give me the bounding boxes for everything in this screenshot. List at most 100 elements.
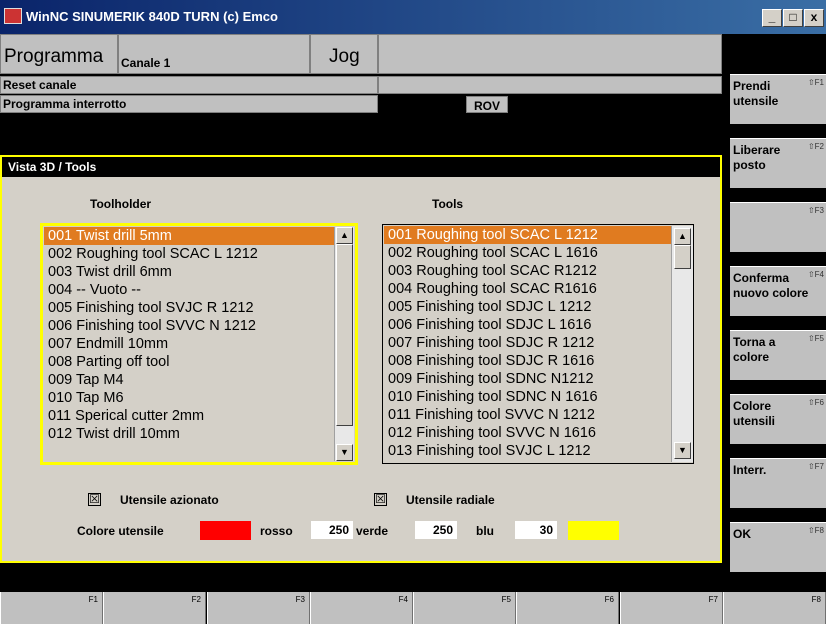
shortcut-key-label: ⇧F6: [807, 398, 824, 407]
list-item[interactable]: 001 Roughing tool SCAC L 1212: [384, 226, 671, 244]
shortcut-key-label: ⇧F2: [807, 142, 824, 151]
softkey-6[interactable]: Colore utensili ⇧F6: [730, 394, 826, 444]
tools-list[interactable]: 001 Roughing tool SCAC L 1212 002 Roughin…: [384, 226, 671, 462]
softkey-1[interactable]: Prendi utensile ⇧F1: [730, 74, 826, 124]
list-item[interactable]: 008 Parting off tool: [44, 353, 334, 371]
softkey-2[interactable]: Liberare posto ⇧F2: [730, 138, 826, 188]
channel-field: Canale 1: [118, 34, 310, 74]
list-item[interactable]: 002 Roughing tool SCAC L 1212: [44, 245, 334, 263]
reset-label: Reset canale: [3, 78, 77, 92]
red-label: rosso: [260, 524, 293, 538]
list-item[interactable]: 010 Tap M6: [44, 389, 334, 407]
fkey-5[interactable]: F5: [413, 592, 516, 624]
softkey-label: OK: [733, 527, 751, 542]
tools-header: Tools: [432, 197, 464, 211]
program-state-label: Programma interrotto: [3, 97, 127, 111]
softkey-8[interactable]: OK ⇧F8: [730, 522, 826, 572]
toolholder-list[interactable]: 001 Twist drill 5mm 002 Roughing tool SCA…: [44, 227, 334, 461]
scroll-up-arrow-icon[interactable]: ▲: [674, 228, 691, 245]
list-item[interactable]: 004 -- Vuoto --: [44, 281, 334, 299]
shortcut-key-label: ⇧F5: [807, 334, 824, 343]
list-item[interactable]: 004 Roughing tool SCAC R1616: [384, 280, 671, 298]
scroll-down-arrow-icon[interactable]: ▼: [336, 444, 353, 461]
channel-label: Canale 1: [121, 56, 171, 70]
fkey-3[interactable]: F3: [207, 592, 310, 624]
softkey-3[interactable]: ⇧F3: [730, 202, 826, 252]
list-item[interactable]: 005 Finishing tool SVJC R 1212: [44, 299, 334, 317]
fkey-6[interactable]: F6: [516, 592, 619, 624]
list-item[interactable]: 001 Twist drill 5mm: [44, 227, 334, 245]
softkey-label: Colore utensili: [733, 399, 775, 429]
scroll-thumb[interactable]: [336, 244, 353, 426]
maximize-button[interactable]: □: [783, 9, 803, 27]
close-button[interactable]: x: [804, 9, 824, 27]
softkey-label: Conferma nuovo colore: [733, 271, 808, 301]
scroll-down-arrow-icon[interactable]: ▼: [674, 442, 691, 459]
shortcut-key-label: ⇧F1: [807, 78, 824, 87]
reset-field: Reset canale: [0, 76, 378, 94]
list-item[interactable]: 010 Finishing tool SDNC N 1616: [384, 388, 671, 406]
list-item[interactable]: 012 Finishing tool SVVC N 1616: [384, 424, 671, 442]
minimize-button[interactable]: _: [762, 9, 782, 27]
blue-value-field[interactable]: 30: [515, 521, 557, 539]
fkey-1[interactable]: F1: [0, 592, 103, 624]
program-state-field: Programma interrotto: [0, 95, 378, 113]
list-item[interactable]: 003 Twist drill 6mm: [44, 263, 334, 281]
list-item[interactable]: 012 Twist drill 10mm: [44, 425, 334, 443]
softkey-line1: Colore: [733, 399, 772, 413]
toolholder-header: Toolholder: [90, 197, 152, 211]
panel-title: Vista 3D / Tools: [2, 157, 720, 177]
tool-color-label: Colore utensile: [77, 524, 164, 538]
green-label: verde: [356, 524, 389, 538]
list-item[interactable]: 008 Finishing tool SDJC R 1616: [384, 352, 671, 370]
list-item[interactable]: 005 Finishing tool SDJC L 1212: [384, 298, 671, 316]
vista-3d-tools-panel: Vista 3D / Tools Toolholder Tools 001 Tw…: [0, 155, 722, 563]
fkey-label: F2: [191, 595, 201, 604]
softkey-label: Interr.: [733, 463, 766, 478]
rov-indicator: ROV: [466, 96, 508, 113]
list-item[interactable]: 006 Finishing tool SDJC L 1616: [384, 316, 671, 334]
green-value-field[interactable]: 250: [415, 521, 457, 539]
list-item[interactable]: 006 Finishing tool SVVC N 1212: [44, 317, 334, 335]
list-item[interactable]: 002 Roughing tool SCAC L 1616: [384, 244, 671, 262]
blue-label: blu: [476, 524, 494, 538]
softkey-line1: Liberare: [733, 143, 781, 157]
red-value-field[interactable]: 250: [311, 521, 353, 539]
softkey-line2: posto: [733, 158, 766, 172]
softkey-7[interactable]: Interr. ⇧F7: [730, 458, 826, 508]
softkey-line1: Prendi: [733, 79, 771, 93]
list-item[interactable]: 011 Finishing tool SVVC N 1212: [384, 406, 671, 424]
list-item[interactable]: 013 Finishing tool SVJC L 1212: [384, 442, 671, 460]
tools-scrollbar[interactable]: ▲ ▼: [671, 226, 693, 462]
softkey-line1: OK: [733, 527, 751, 541]
radial-tool-checkbox[interactable]: ☒: [374, 493, 387, 506]
softkey-4[interactable]: Conferma nuovo colore ⇧F4: [730, 266, 826, 316]
fkey-2[interactable]: F2: [103, 592, 206, 624]
driven-tool-label: Utensile azionato: [120, 493, 219, 507]
list-item[interactable]: 007 Endmill 10mm: [44, 335, 334, 353]
fkey-label: F4: [398, 595, 408, 604]
fkey-8[interactable]: F8: [723, 592, 826, 624]
tool-color-swatch: [200, 521, 251, 540]
title-bar: WinNC SINUMERIK 840D TURN (c) Emco _ □ x: [0, 0, 826, 34]
list-item[interactable]: 003 Roughing tool SCAC R1212: [384, 262, 671, 280]
driven-tool-checkbox[interactable]: ☒: [88, 493, 101, 506]
softkey-line2: colore: [733, 350, 770, 364]
softkey-line1: Interr.: [733, 463, 767, 477]
radial-tool-label: Utensile radiale: [406, 493, 495, 507]
softkey-label: Liberare posto: [733, 143, 780, 173]
list-item[interactable]: 011 Sperical cutter 2mm: [44, 407, 334, 425]
scroll-up-arrow-icon[interactable]: ▲: [336, 227, 353, 244]
softkey-5[interactable]: Torna a colore ⇧F5: [730, 330, 826, 380]
list-item[interactable]: 009 Tap M4: [44, 371, 334, 389]
fkey-7[interactable]: F7: [620, 592, 723, 624]
softkey-label: Prendi utensile: [733, 79, 778, 109]
scroll-thumb[interactable]: [674, 245, 691, 269]
toolholder-scrollbar[interactable]: ▲ ▼: [334, 227, 354, 461]
fkey-4[interactable]: F4: [310, 592, 413, 624]
fkey-label: F5: [501, 595, 511, 604]
list-item[interactable]: 007 Finishing tool SDJC R 1212: [384, 334, 671, 352]
fkey-label: F3: [295, 595, 305, 604]
fkey-label: F6: [604, 595, 614, 604]
list-item[interactable]: 009 Finishing tool SDNC N1212: [384, 370, 671, 388]
